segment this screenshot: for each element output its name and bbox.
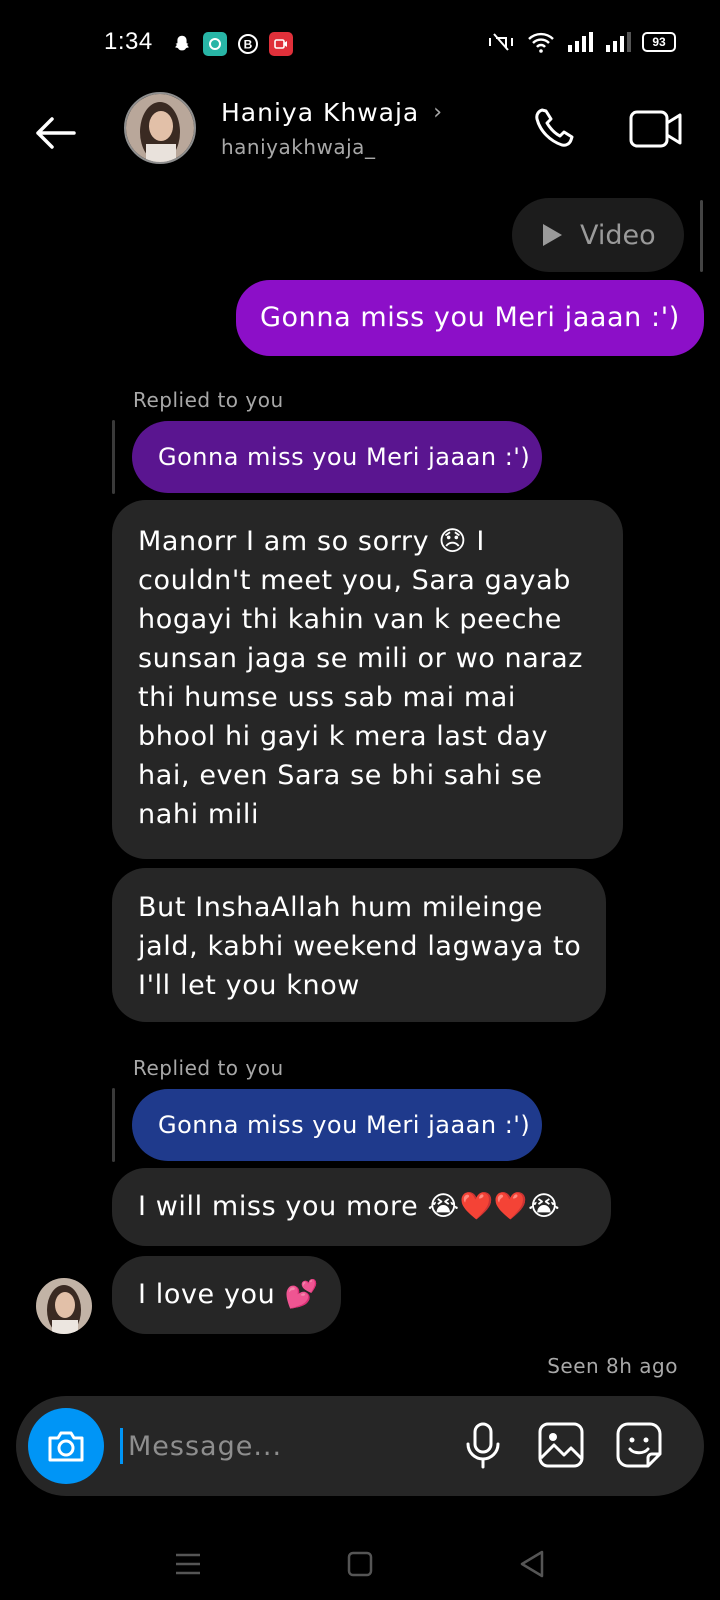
back-arrow-icon[interactable] xyxy=(30,108,80,158)
wifi-icon xyxy=(528,32,554,53)
signal-icon xyxy=(568,32,593,52)
seen-status: Seen 8h ago xyxy=(547,1354,678,1378)
received-message[interactable]: I will miss you more 😭❤️❤️😭 xyxy=(112,1168,611,1246)
scroll-indicator xyxy=(700,200,703,272)
reply-quote[interactable]: Gonna miss you Meri jaaan :') xyxy=(132,1089,542,1161)
received-message-text: But InshaAllah hum mileinge jald, kabhi … xyxy=(138,892,582,1001)
microphone-icon[interactable] xyxy=(458,1420,508,1470)
reply-indicator-bar xyxy=(112,1088,115,1162)
video-call-icon[interactable] xyxy=(628,104,684,154)
gallery-icon[interactable] xyxy=(536,1420,586,1470)
notification-icons: B xyxy=(170,32,293,56)
reply-quote-text: Gonna miss you Meri jaaan :') xyxy=(158,443,531,471)
signal-icon-2 xyxy=(606,32,631,52)
chevron-right-icon: › xyxy=(433,100,443,125)
reply-quote-text: Gonna miss you Meri jaaan :') xyxy=(158,1111,531,1139)
snapchat-icon xyxy=(170,32,194,56)
vibrate-icon xyxy=(489,33,513,51)
battery-icon: 93 xyxy=(642,32,676,52)
screen-recorder-icon xyxy=(269,32,293,56)
contact-name[interactable]: Haniya Khwaja xyxy=(221,98,419,127)
sent-message-text: Gonna miss you Meri jaaan :') xyxy=(260,302,680,333)
received-message[interactable]: I love you 💕 xyxy=(112,1256,341,1334)
sender-avatar[interactable] xyxy=(36,1278,92,1334)
replied-label: Replied to you xyxy=(133,1056,284,1080)
camera-button[interactable] xyxy=(28,1408,104,1484)
phone-call-icon[interactable] xyxy=(530,104,580,154)
profile-avatar[interactable] xyxy=(124,92,196,164)
received-message[interactable]: Manorr I am so sorry 😞 I couldn't meet y… xyxy=(112,500,623,859)
video-message-label: Video xyxy=(580,219,656,251)
chat-header: Haniya Khwaja › haniyakhwaja_ xyxy=(0,88,720,178)
text-caret xyxy=(120,1428,123,1464)
received-message-text: Manorr I am so sorry 😞 I couldn't meet y… xyxy=(138,526,584,830)
sent-message[interactable]: Gonna miss you Meri jaaan :') xyxy=(236,280,704,356)
camera-icon xyxy=(48,1431,84,1462)
received-message-text: I will miss you more 😭❤️❤️😭 xyxy=(138,1191,561,1222)
nav-back-icon[interactable] xyxy=(512,1544,552,1584)
play-icon xyxy=(543,224,562,246)
contact-name-row[interactable]: Haniya Khwaja › xyxy=(221,98,442,127)
sticker-icon[interactable] xyxy=(614,1420,664,1470)
message-composer xyxy=(16,1396,704,1496)
status-bar: 1:34 B 93 xyxy=(0,0,720,88)
svg-text:B: B xyxy=(244,38,253,52)
system-nav-bar xyxy=(0,1530,720,1600)
reply-indicator-bar xyxy=(112,420,115,494)
status-time: 1:34 xyxy=(104,28,153,55)
menu-icon[interactable] xyxy=(168,1544,208,1584)
received-message-text: I love you 💕 xyxy=(138,1279,319,1310)
received-message[interactable]: But InshaAllah hum mileinge jald, kabhi … xyxy=(112,868,606,1022)
home-icon[interactable] xyxy=(340,1544,380,1584)
contact-username[interactable]: haniyakhwaja_ xyxy=(221,135,375,159)
replied-label: Replied to you xyxy=(133,388,284,412)
message-input[interactable] xyxy=(128,1424,448,1468)
video-message[interactable]: Video xyxy=(512,198,684,272)
reply-quote[interactable]: Gonna miss you Meri jaaan :') xyxy=(132,421,542,493)
system-status-icons: 93 xyxy=(486,30,676,54)
whatsapp-business-icon: B xyxy=(236,32,260,56)
app-notification-icon xyxy=(203,32,227,56)
